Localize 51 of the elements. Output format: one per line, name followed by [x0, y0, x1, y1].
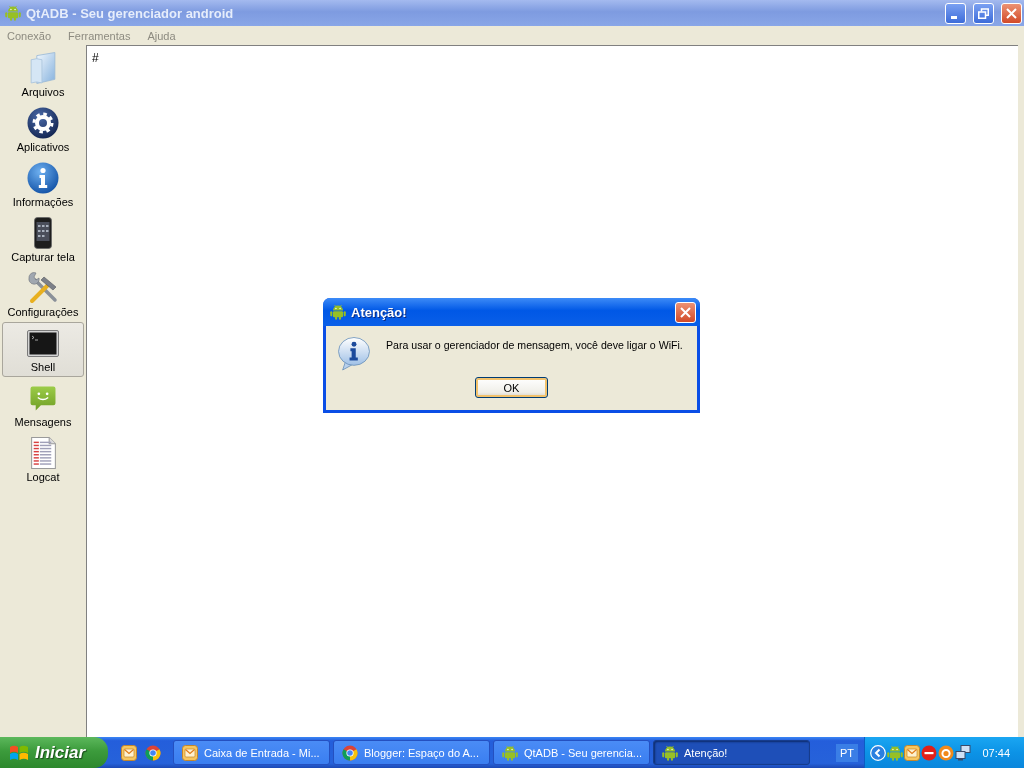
sidebar-item[interactable]: Arquivos	[2, 47, 84, 102]
mail-icon	[121, 744, 137, 761]
tools-icon	[27, 272, 59, 304]
android-icon	[5, 5, 21, 21]
sidebar-item[interactable]: Logcat	[2, 432, 84, 487]
android-icon	[887, 744, 903, 761]
gear-icon	[27, 107, 59, 139]
info-icon	[27, 162, 59, 194]
close-button[interactable]	[675, 301, 696, 323]
android-icon	[502, 744, 518, 761]
minimize-button[interactable]	[945, 2, 966, 24]
log-document-icon	[30, 437, 56, 469]
taskbar-button[interactable]: QtADB - Seu gerencia...	[493, 740, 650, 765]
window-title: QtADB - Seu gerenciador android	[26, 5, 235, 21]
sidebar-item[interactable]: Mensagens	[2, 377, 84, 432]
dialog-title: Atenção!	[351, 304, 408, 320]
chrome-icon	[342, 744, 358, 761]
chevron-left-icon[interactable]	[870, 744, 886, 761]
taskbar-button[interactable]: Blogger: Espaço do A...	[333, 740, 490, 765]
ok-button[interactable]: OK	[475, 377, 548, 398]
folder-icon	[27, 52, 59, 84]
chrome-icon	[145, 744, 161, 761]
close-icon	[680, 306, 691, 318]
minimize-icon	[951, 15, 957, 19]
ring-icon[interactable]	[938, 744, 954, 761]
shell-prompt: #	[92, 51, 99, 65]
phone-icon	[34, 217, 52, 249]
mail-icon	[182, 744, 198, 761]
taskbar-button[interactable]: Caixa de Entrada - Mi...	[173, 740, 330, 765]
close-button[interactable]	[1001, 2, 1022, 24]
no-entry-icon[interactable]	[921, 744, 937, 761]
sidebar-item[interactable]: Shell	[2, 322, 84, 377]
restore-icon	[978, 7, 989, 19]
language-indicator[interactable]: PT	[835, 743, 858, 762]
sidebar-item[interactable]: Configurações	[2, 267, 84, 322]
dialog-message: Para usar o gerenciador de mensagem, você deve ligar o WiFi.	[386, 339, 683, 351]
chat-bubble-icon	[30, 385, 56, 411]
sidebar-item[interactable]: Aplicativos	[2, 102, 84, 157]
mail-icon	[904, 744, 920, 761]
windows-flag-icon	[9, 743, 29, 762]
taskbar-button[interactable]: Atenção!	[653, 740, 810, 765]
start-button[interactable]: Iniciar	[0, 737, 108, 768]
restore-button[interactable]	[973, 2, 994, 24]
terminal-icon	[27, 329, 59, 357]
network-icon[interactable]	[955, 744, 971, 761]
info-bubble-icon	[337, 337, 371, 371]
android-icon	[330, 304, 346, 320]
android-icon	[662, 744, 678, 761]
sidebar-item[interactable]: Informações	[2, 157, 84, 212]
sidebar-item[interactable]: Capturar tela	[2, 212, 84, 267]
close-icon	[1006, 7, 1017, 19]
